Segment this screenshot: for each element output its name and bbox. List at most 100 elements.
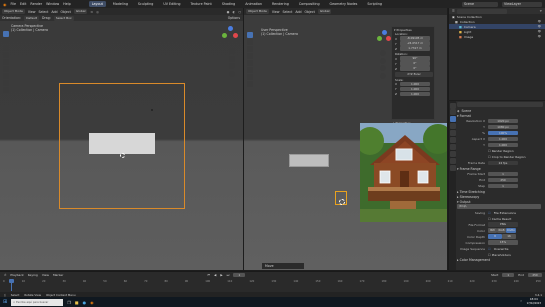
play-reverse-icon[interactable]: ◀ [214, 273, 216, 277]
menu-file[interactable]: File [11, 2, 17, 6]
cursor-tool-icon[interactable] [3, 38, 9, 44]
frame-end-field[interactable]: 250 [488, 177, 518, 183]
color-rgba-option[interactable]: RGBA [506, 228, 516, 233]
scale-field[interactable]: 1.000 [400, 81, 430, 87]
timeline-start-field[interactable]: 1 [502, 272, 515, 278]
color-management-header[interactable]: ▸ Color Management [457, 258, 545, 263]
tab-scripting[interactable]: Scripting [364, 1, 385, 7]
tab-geometry-nodes[interactable]: Geometry Nodes [327, 1, 361, 7]
frame-start-field[interactable]: 1 [488, 171, 518, 177]
mode-selector-right[interactable]: Object Mode [246, 9, 269, 14]
camera-view-icon[interactable] [229, 63, 235, 69]
system-tray-icon[interactable]: ⌃ [520, 300, 523, 304]
render-tab-icon[interactable] [449, 109, 456, 115]
measure-tool-icon[interactable] [3, 80, 9, 86]
blender-logo-icon[interactable]: ◉ [3, 2, 7, 7]
gizmo-z-icon[interactable] [382, 30, 387, 35]
select-tool-icon[interactable] [247, 32, 253, 38]
menu-playback[interactable]: Playback [10, 273, 23, 277]
jump-end-icon[interactable]: ⏭ [227, 273, 230, 277]
modifier-tab-icon[interactable] [449, 151, 456, 157]
location-field[interactable]: 1.7317 m [400, 46, 430, 51]
current-frame-field[interactable]: 1 [233, 272, 246, 278]
rotate-tool-icon[interactable] [247, 53, 253, 59]
navigation-gizmo[interactable] [222, 26, 238, 42]
menu-view-timeline[interactable]: View [42, 273, 49, 277]
menu-add[interactable]: Add [51, 10, 57, 14]
cache-result-checkbox[interactable]: ☐ [488, 217, 491, 221]
object-tab-icon[interactable] [449, 144, 456, 150]
timeline-ruler[interactable]: 0 10 20 30 40 50 60 70 80 90 100 110 120 130 140 150 160… [3, 279, 541, 291]
timeline-editor-icon[interactable]: ⏱ [4, 273, 6, 277]
display-mode-icon[interactable]: ☰ [452, 9, 455, 13]
scene-tab-icon[interactable] [449, 130, 456, 136]
aspect-y-field[interactable]: 1.000 [488, 142, 518, 148]
scale-field[interactable]: 1.000 [400, 91, 430, 97]
drag-select-box[interactable]: Select Box [53, 15, 74, 21]
right-viewport[interactable]: Object Mode View Select Add Object Globa… [244, 8, 447, 270]
image-plane[interactable] [89, 133, 155, 154]
menu-object-right[interactable]: Object [305, 10, 315, 14]
render-region-checkbox[interactable]: ☐ [488, 149, 491, 153]
snap-icon[interactable]: ⊙ [90, 10, 93, 14]
filter-icon[interactable]: ⏷ [540, 9, 542, 13]
measure-tool-icon[interactable] [247, 81, 253, 87]
tab-compositing[interactable]: Compositing [296, 1, 323, 7]
visibility-eye-icon[interactable]: 👁 [538, 20, 541, 23]
mode-selector[interactable]: Object Mode [2, 9, 25, 14]
location-field[interactable]: -24.0517 m [400, 41, 430, 46]
cursor-tool-icon[interactable] [247, 39, 253, 45]
camera-view-icon[interactable] [380, 65, 386, 71]
tab-layout[interactable]: Layout [88, 1, 106, 7]
color-rgb-option[interactable]: RGB [497, 228, 506, 233]
visibility-eye-icon[interactable]: 👁 [538, 35, 541, 38]
constraint-tab-icon[interactable] [449, 158, 456, 164]
gizmo-z-icon[interactable] [228, 26, 233, 31]
move-tool-icon[interactable] [3, 45, 9, 51]
options-menu[interactable]: Options [228, 16, 240, 20]
outliner-item[interactable]: ■ Image 👁 [449, 34, 545, 39]
timeline-end-field[interactable]: 250 [528, 272, 542, 278]
resolution-percent-field[interactable]: 100% [488, 130, 518, 136]
scene-selector[interactable]: Scene [462, 1, 498, 7]
tab-shading[interactable]: Shading [219, 1, 238, 7]
file-format-selector[interactable]: PNG [488, 222, 518, 227]
tab-modeling[interactable]: Modeling [110, 1, 131, 7]
menu-help[interactable]: Help [63, 2, 71, 6]
world-tab-icon[interactable] [449, 137, 456, 143]
jump-start-icon[interactable]: ⏮ [207, 273, 210, 277]
gizmo-x-icon[interactable] [233, 33, 238, 38]
light-object-icon[interactable] [151, 109, 153, 111]
tab-texture-paint[interactable]: Texture Paint [188, 1, 215, 7]
rotation-mode-selector[interactable]: XYZ Euler [395, 72, 433, 77]
ortho-grid-icon[interactable] [380, 72, 386, 79]
crop-checkbox[interactable]: ☐ [488, 155, 491, 159]
orientation-selector[interactable]: Global [73, 9, 88, 14]
left-viewport[interactable]: Object Mode View Select Add Object Globa… [0, 8, 243, 270]
menu-object[interactable]: Object [61, 10, 71, 14]
resolution-y-field[interactable]: 1080 px [488, 124, 518, 130]
menu-edit[interactable]: Edit [20, 2, 26, 6]
tab-sculpting[interactable]: Sculpting [135, 1, 156, 7]
rotate-tool-icon[interactable] [3, 52, 9, 58]
blender-taskbar-icon[interactable]: ◉ [90, 300, 94, 305]
browser-icon[interactable]: ● [83, 300, 87, 305]
gizmo-y-icon[interactable] [377, 36, 382, 41]
task-view-icon[interactable]: ❐ [67, 300, 71, 305]
compression-slider[interactable]: 15% [488, 240, 518, 245]
menu-select-right[interactable]: Select [282, 10, 292, 14]
output-tab-icon[interactable] [449, 116, 456, 122]
zoom-icon[interactable] [380, 50, 386, 56]
pan-hand-icon[interactable] [229, 55, 235, 62]
orientation-selector-right[interactable]: Global [317, 9, 332, 14]
resolution-x-field[interactable]: 1920 px [488, 118, 518, 124]
menu-select[interactable]: Select [38, 10, 48, 14]
overwrite-checkbox[interactable]: ☑ [488, 247, 491, 251]
file-extensions-checkbox[interactable]: ☑ [488, 211, 491, 215]
data-tab-icon[interactable] [449, 165, 456, 171]
image-plane-right[interactable] [289, 154, 329, 167]
menu-window[interactable]: Window [46, 2, 59, 6]
add-cube-tool-icon[interactable] [3, 87, 9, 93]
shading-material-icon[interactable]: ◐ [232, 10, 235, 14]
menu-render[interactable]: Render [30, 2, 42, 6]
